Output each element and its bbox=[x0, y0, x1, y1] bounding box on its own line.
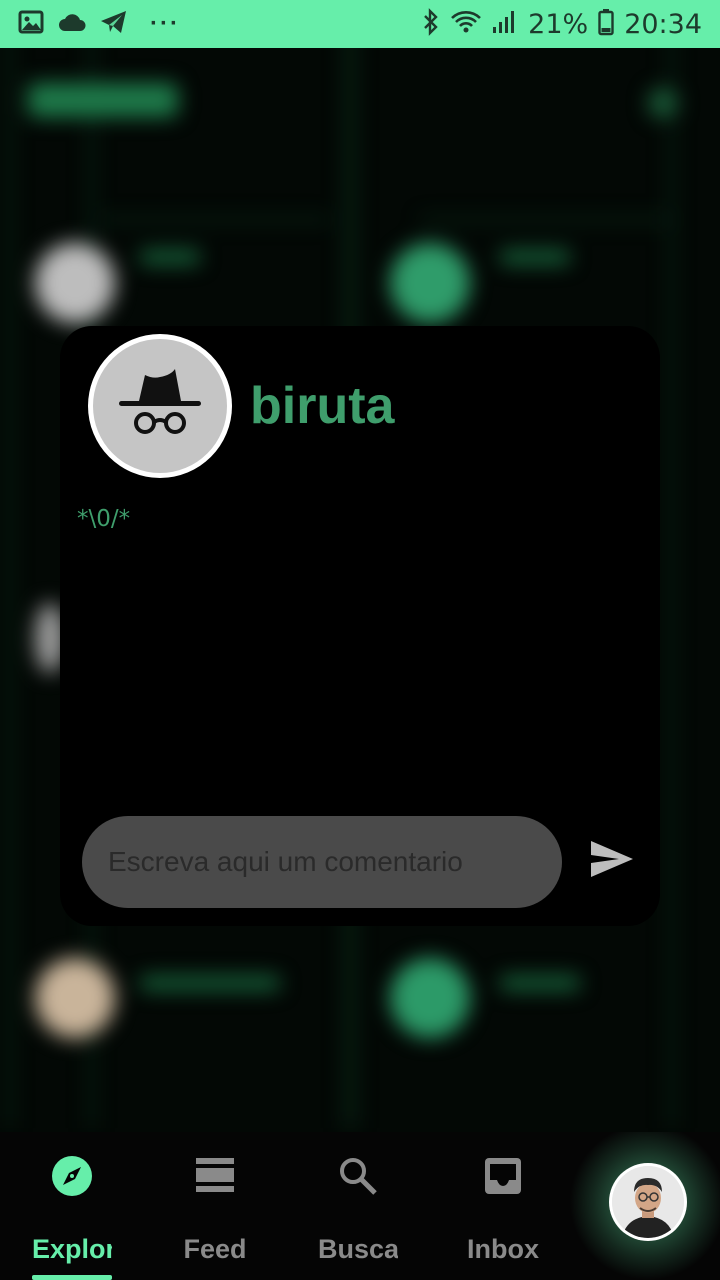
image-icon bbox=[18, 10, 44, 39]
nav-label-feed: Feed bbox=[183, 1234, 247, 1264]
more-notifications: ··· bbox=[150, 10, 180, 37]
user-bio: *\0/* bbox=[77, 506, 131, 532]
battery-percent: 21% bbox=[528, 8, 589, 40]
signal-icon bbox=[492, 9, 518, 40]
nav-label-inbox: Inbox bbox=[467, 1234, 539, 1264]
nav-label-explorar: Explorar bbox=[32, 1234, 112, 1264]
send-button[interactable] bbox=[586, 838, 638, 884]
profile-avatar bbox=[609, 1163, 687, 1241]
nav-tab-feed[interactable]: Feed bbox=[165, 1132, 265, 1280]
incognito-icon bbox=[117, 368, 203, 444]
wifi-icon bbox=[450, 9, 482, 40]
clock: 20:34 bbox=[624, 8, 702, 40]
profile-dialog: biruta *\0/* bbox=[60, 326, 660, 926]
comment-input[interactable] bbox=[82, 816, 562, 908]
feed-icon bbox=[195, 1157, 235, 1200]
compass-icon bbox=[51, 1155, 93, 1202]
active-tab-indicator bbox=[32, 1275, 112, 1280]
status-bar: ··· 21% 20:34 bbox=[0, 0, 720, 48]
profile-button[interactable] bbox=[566, 1132, 720, 1280]
username: biruta bbox=[250, 377, 395, 435]
nav-tab-inbox[interactable]: Inbox bbox=[455, 1132, 551, 1280]
nav-tab-explorar[interactable]: Explorar bbox=[32, 1132, 112, 1280]
battery-icon bbox=[598, 8, 614, 41]
nav-label-busca: Busca bbox=[318, 1234, 398, 1264]
telegram-icon bbox=[100, 10, 128, 39]
user-avatar[interactable] bbox=[88, 334, 232, 478]
send-icon bbox=[589, 839, 635, 884]
nav-tab-busca[interactable]: Busca bbox=[318, 1132, 398, 1280]
background-page-title bbox=[28, 83, 178, 117]
cloud-icon bbox=[58, 12, 86, 37]
inbox-icon bbox=[483, 1156, 523, 1201]
search-icon bbox=[338, 1156, 378, 1201]
bluetooth-icon bbox=[422, 7, 440, 41]
